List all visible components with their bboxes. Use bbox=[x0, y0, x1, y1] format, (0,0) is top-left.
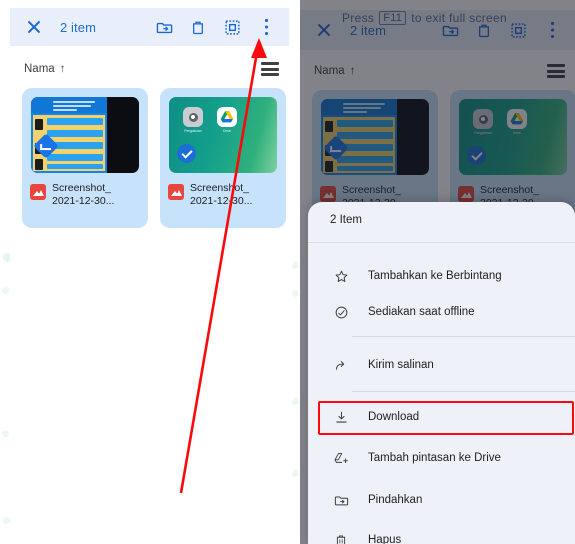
menu-item-add-shortcut-to-drive[interactable]: Tambah pintasan ke Drive bbox=[308, 440, 575, 476]
selection-toolbar: 2 item bbox=[10, 8, 289, 46]
menu-item-label: Tambah pintasan ke Drive bbox=[368, 452, 501, 464]
select-all-button[interactable] bbox=[215, 10, 249, 44]
menu-item-label: Tambahkan ke Berbintang bbox=[368, 270, 502, 282]
image-file-icon bbox=[168, 184, 184, 200]
close-icon[interactable] bbox=[24, 17, 44, 37]
file-name: Screenshot_ 2021-12-30... bbox=[52, 182, 115, 207]
settings-app-icon bbox=[183, 107, 203, 127]
download-icon bbox=[330, 406, 352, 428]
file-name: Screenshot_ 2021-12-30... bbox=[190, 182, 253, 207]
left-panel: 2 item Nama ↑ Screenshot_ 2021-12-30... … bbox=[10, 0, 289, 544]
screenshot-stage: 2 item Nama ↑ Screenshot_ 2021-12-30... … bbox=[0, 0, 575, 544]
move-to-folder-icon bbox=[156, 22, 172, 33]
selected-check-icon bbox=[177, 144, 196, 163]
offline-icon bbox=[330, 301, 352, 323]
star-icon bbox=[330, 265, 352, 287]
app-label: Pengaturan bbox=[184, 129, 202, 133]
move-icon bbox=[330, 489, 352, 511]
sort-label[interactable]: Nama bbox=[24, 63, 55, 75]
more-options-icon bbox=[264, 18, 268, 36]
selection-count-label: 2 item bbox=[60, 19, 97, 35]
right-panel: 2 item bbox=[300, 0, 575, 544]
menu-item-move[interactable]: Pindahkan bbox=[308, 482, 575, 518]
list-view-icon[interactable] bbox=[261, 62, 279, 76]
fullscreen-notice-key: F11 bbox=[379, 11, 407, 25]
trash-icon bbox=[330, 529, 352, 544]
menu-item-label: Download bbox=[368, 411, 420, 423]
watermark-dot bbox=[2, 287, 9, 294]
file-card[interactable]: Pengaturan Drive Screenshot_ 2021-12-30.… bbox=[160, 88, 286, 228]
file-meta: Screenshot_ 2021-12-30... bbox=[30, 182, 142, 208]
delete-icon bbox=[193, 21, 203, 34]
file-meta: Screenshot_ 2021-12-30... bbox=[168, 182, 280, 208]
menu-item-download[interactable]: Download bbox=[308, 399, 575, 435]
fullscreen-exit-notice: Press F11 to exit full screen bbox=[342, 8, 562, 28]
select-all-icon bbox=[224, 19, 240, 35]
fullscreen-notice-post: to exit full screen bbox=[411, 11, 507, 25]
watermark-dot bbox=[292, 470, 299, 477]
delete-button[interactable] bbox=[181, 10, 215, 44]
add-shortcut-to-drive-icon bbox=[330, 447, 352, 469]
menu-item-label: Pindahkan bbox=[368, 494, 423, 506]
divider bbox=[308, 242, 575, 243]
menu-item-add-to-starred[interactable]: Tambahkan ke Berbintang bbox=[308, 258, 575, 294]
menu-item-label: Kirim salinan bbox=[368, 359, 434, 371]
options-bottom-sheet: 2 Item Tambahkan ke Berbintang Sediakan … bbox=[308, 202, 575, 544]
menu-item-available-offline[interactable]: Sediakan saat offline bbox=[308, 294, 575, 330]
more-options-button[interactable] bbox=[249, 10, 283, 44]
divider bbox=[352, 391, 575, 392]
watermark-dot bbox=[292, 290, 299, 297]
drive-logo-icon bbox=[220, 111, 234, 123]
watermark-dot bbox=[292, 398, 299, 405]
menu-item-send-copy[interactable]: Kirim salinan bbox=[308, 347, 575, 383]
menu-item-label: Hapus bbox=[368, 534, 402, 544]
send-copy-icon bbox=[330, 354, 352, 376]
fullscreen-notice-pre: Press bbox=[342, 11, 375, 25]
sort-direction-arrow[interactable]: ↑ bbox=[60, 63, 66, 75]
file-thumbnail bbox=[31, 97, 139, 173]
watermark-dot bbox=[292, 262, 299, 269]
drive-app-icon bbox=[217, 107, 237, 127]
menu-item-delete[interactable]: Hapus bbox=[308, 522, 575, 544]
app-label: Drive bbox=[223, 129, 231, 133]
image-file-icon bbox=[30, 184, 46, 200]
file-grid: Screenshot_ 2021-12-30... Pengaturan bbox=[22, 88, 286, 228]
sort-row: Nama ↑ bbox=[10, 54, 289, 84]
divider bbox=[352, 336, 575, 337]
move-to-folder-button[interactable] bbox=[147, 10, 181, 44]
watermark-dot bbox=[2, 430, 9, 437]
menu-item-label: Sediakan saat offline bbox=[368, 306, 475, 318]
toolbar-actions bbox=[147, 10, 289, 44]
file-thumbnail: Pengaturan Drive bbox=[169, 97, 277, 173]
file-card[interactable]: Screenshot_ 2021-12-30... bbox=[22, 88, 148, 228]
watermark-dot bbox=[3, 517, 10, 524]
sheet-title: 2 Item bbox=[330, 214, 362, 226]
